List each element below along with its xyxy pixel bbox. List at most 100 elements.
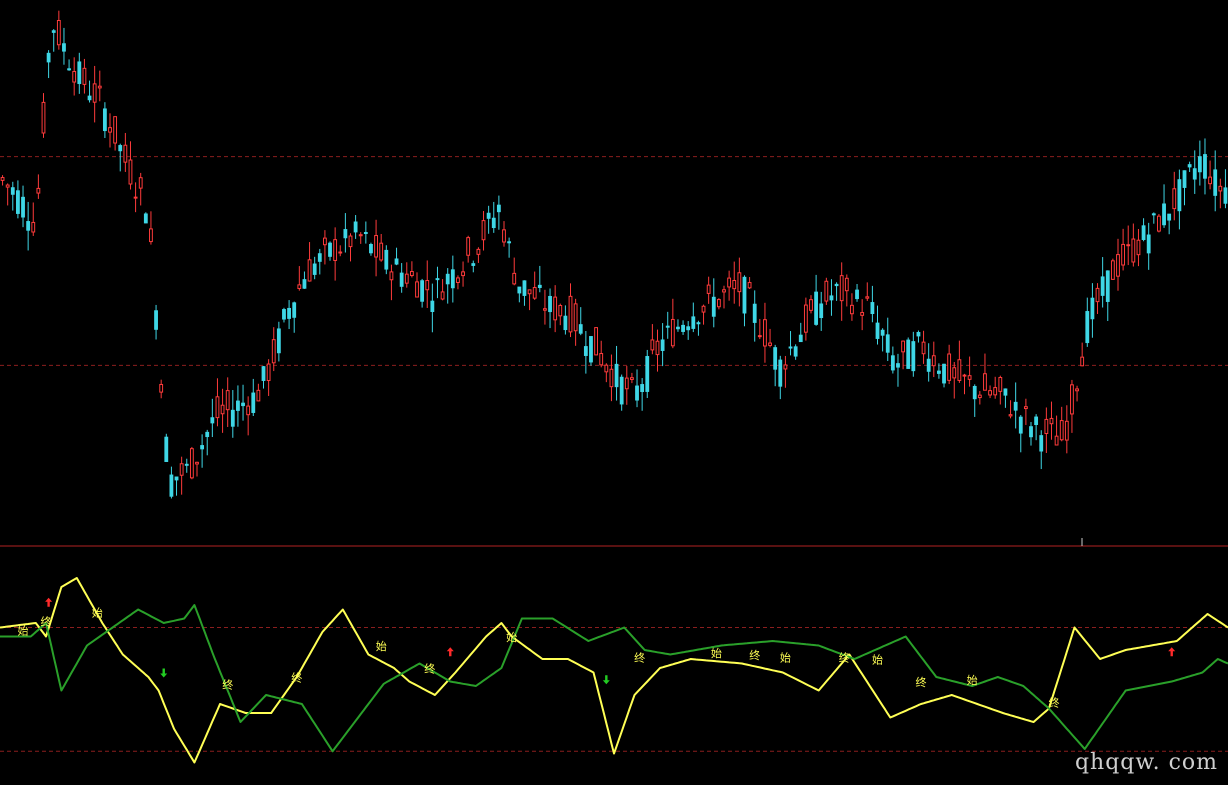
candle-body xyxy=(983,373,987,391)
stock-chart: 始终始终终始终始终始终始终始终 始终 xyxy=(0,10,1228,764)
candle-body xyxy=(1208,176,1212,185)
candle-body xyxy=(450,269,455,289)
candle-body xyxy=(10,187,15,195)
candle-body xyxy=(660,339,665,351)
candle-body xyxy=(236,400,240,411)
candle-body xyxy=(1141,225,1146,240)
candle-body xyxy=(328,242,332,257)
signal-label: 终 xyxy=(916,675,927,689)
candle-body xyxy=(1064,420,1069,441)
candle-body xyxy=(251,392,256,413)
candle-body xyxy=(1177,179,1182,212)
indicator-line-yellow xyxy=(0,577,1228,764)
candle-body xyxy=(604,364,609,373)
candle-body xyxy=(1146,234,1151,254)
indicator-line-green xyxy=(0,604,1228,753)
signal-label: 始 xyxy=(711,646,722,660)
candle-body xyxy=(230,409,235,427)
candle-body xyxy=(56,19,61,46)
candle-body xyxy=(947,353,952,381)
candle-body xyxy=(1054,435,1059,446)
candle-body xyxy=(527,289,532,295)
candle-body xyxy=(159,383,164,393)
candle-body xyxy=(113,116,118,144)
candle-body xyxy=(425,280,430,291)
candle-body xyxy=(701,305,706,313)
candle-body xyxy=(1044,418,1049,434)
signal-label: 终 xyxy=(222,677,233,691)
candle-body xyxy=(1029,426,1033,438)
candle-body xyxy=(722,289,726,293)
candle-body xyxy=(1218,185,1223,192)
candle-body xyxy=(108,127,112,133)
candle-body xyxy=(962,374,967,377)
candle-body xyxy=(241,402,245,407)
candle-body xyxy=(829,295,834,301)
candle-body xyxy=(174,476,179,481)
candle-body xyxy=(583,346,588,356)
candle-body xyxy=(630,377,634,380)
candle-body xyxy=(420,280,425,302)
candle-body xyxy=(834,283,839,287)
signal-label: 始 xyxy=(506,630,517,644)
candle-body xyxy=(1131,238,1136,263)
candle-body xyxy=(225,390,230,411)
signal-label: 终 xyxy=(424,662,435,676)
candle-body xyxy=(118,145,123,152)
candle-body xyxy=(67,68,71,71)
candle-body xyxy=(1167,213,1172,221)
candle-body xyxy=(1136,239,1141,256)
candle-body xyxy=(271,339,276,364)
candle-body xyxy=(972,385,977,400)
candle-body xyxy=(798,334,803,343)
candle-body xyxy=(870,302,875,315)
candle-body xyxy=(87,95,92,101)
candle-body xyxy=(282,309,286,320)
candle-body xyxy=(558,305,563,317)
candle-body xyxy=(803,304,808,333)
candle-body xyxy=(1039,435,1044,452)
candle-body xyxy=(1059,420,1064,441)
candle-body xyxy=(1157,215,1161,232)
candle-body xyxy=(476,248,481,255)
candle-body xyxy=(215,396,220,419)
candle-body xyxy=(716,299,721,308)
candle-body xyxy=(952,367,957,379)
candle-body xyxy=(343,229,348,239)
arrow-up-icon xyxy=(45,597,53,607)
candle-body xyxy=(711,296,716,317)
signal-label: 始 xyxy=(92,605,103,619)
candle-body xyxy=(1223,187,1228,204)
candle-body xyxy=(676,326,680,330)
candle-body xyxy=(747,282,752,289)
candle-body xyxy=(890,355,895,371)
candle-body xyxy=(1105,270,1110,302)
candle-body xyxy=(783,364,788,370)
candle-body xyxy=(742,276,747,314)
candle-body xyxy=(906,339,911,369)
candle-body xyxy=(210,417,215,424)
candle-body xyxy=(507,241,512,244)
candle-body xyxy=(1126,244,1131,247)
candle-body xyxy=(548,295,552,313)
candle-body xyxy=(200,445,205,450)
candle-body xyxy=(1116,254,1120,277)
candle-body xyxy=(594,327,598,356)
candle-body xyxy=(901,340,905,353)
candle-body xyxy=(763,319,767,347)
candle-body xyxy=(317,253,322,262)
candle-body xyxy=(819,303,824,319)
candle-body xyxy=(16,190,20,214)
candle-body xyxy=(348,235,353,248)
signal-label: 终 xyxy=(1049,695,1060,709)
candle-body xyxy=(97,85,102,89)
candle-body xyxy=(788,346,793,349)
candle-body xyxy=(875,322,880,339)
candle-body xyxy=(1192,168,1197,180)
candle-body xyxy=(1197,156,1202,173)
candle-body xyxy=(921,341,926,355)
signal-label: 终 xyxy=(634,650,645,664)
signal-label: 终 xyxy=(749,648,760,662)
candle-body xyxy=(977,394,982,399)
candle-body xyxy=(563,315,568,331)
